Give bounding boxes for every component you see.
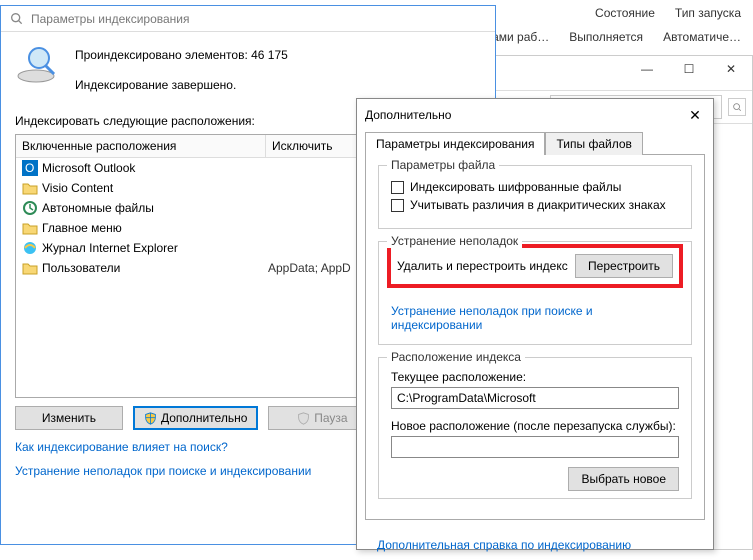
indexing-status: Индексирование завершено. [75, 78, 288, 92]
shield-icon [297, 412, 310, 425]
maximize-icon[interactable]: ☐ [668, 56, 710, 82]
trouble-help-link[interactable]: Устранение неполадок при поиске и индекс… [391, 304, 679, 332]
advanced-dialog: Дополнительно ✕ Параметры индексирования… [356, 98, 714, 550]
col-startup-value: Автоматиче… [663, 30, 741, 44]
bg-services-header: Состояние Тип запуска [583, 0, 753, 26]
group-trouble-legend: Устранение неполадок [387, 234, 522, 248]
ie-icon [22, 240, 38, 256]
group-file-params: Параметры файла Индексировать шифрованны… [378, 165, 692, 229]
search-go-icon[interactable] [728, 98, 746, 116]
svg-text:O: O [25, 161, 34, 175]
advanced-help-link[interactable]: Дополнительная справка по индексированию [357, 530, 713, 560]
how-indexing-affects-link[interactable]: Как индексирование влияет на поиск? [15, 440, 228, 454]
current-location-label: Текущее расположение: [391, 370, 679, 384]
group-location-legend: Расположение индекса [387, 350, 525, 364]
rebuild-button[interactable]: Перестроить [575, 254, 673, 278]
index-title-icon [9, 11, 25, 27]
index-title-bar: Параметры индексирования [1, 6, 495, 32]
checkbox-diacritic[interactable]: Учитывать различия в диакритических знак… [391, 198, 679, 212]
new-location-field[interactable] [391, 436, 679, 458]
troubleshoot-link[interactable]: Устранение неполадок при поиске и индекс… [15, 464, 311, 478]
folder-icon [22, 180, 38, 196]
col-startup-header: Тип запуска [675, 6, 741, 20]
new-location-label: Новое расположение (после перезапуска сл… [391, 419, 679, 433]
bg-services-row: ствами раб… Выполняется Автоматиче… [462, 24, 753, 50]
tab-file-types[interactable]: Типы файлов [545, 132, 642, 155]
group-file-legend: Параметры файла [387, 158, 499, 172]
current-location-field[interactable] [391, 387, 679, 409]
checkbox-icon [391, 181, 404, 194]
col-status-value: Выполняется [569, 30, 643, 44]
outlook-icon: O [22, 160, 38, 176]
tab-indexing-params[interactable]: Параметры индексирования [365, 132, 545, 155]
col-status-header: Состояние [595, 6, 655, 20]
checkbox-encrypt[interactable]: Индексировать шифрованные файлы [391, 180, 679, 194]
edit-button[interactable]: Изменить [15, 406, 123, 430]
advanced-title: Дополнительно [365, 108, 451, 122]
close-icon[interactable]: ✕ [710, 56, 752, 82]
indexed-count: Проиндексировано элементов: 46 175 [75, 48, 288, 62]
group-index-location: Расположение индекса Текущее расположени… [378, 357, 692, 499]
sync-icon [22, 200, 38, 216]
close-icon[interactable]: ✕ [685, 105, 705, 125]
group-troubleshoot: Устранение неполадок Удалить и перестрои… [378, 241, 692, 345]
checkbox-icon [391, 199, 404, 212]
shield-icon [144, 412, 157, 425]
magnifier-drive-icon [15, 44, 61, 84]
rebuild-highlight: Удалить и перестроить индекс Перестроить [387, 244, 683, 288]
folder-icon [22, 220, 38, 236]
minimize-icon[interactable]: — [626, 56, 668, 82]
folder-icon [22, 260, 38, 276]
index-title-text: Параметры индексирования [31, 12, 189, 26]
rebuild-label: Удалить и перестроить индекс [397, 259, 568, 273]
advanced-button[interactable]: Дополнительно [133, 406, 258, 430]
col-included[interactable]: Включенные расположения [16, 135, 266, 157]
select-new-button[interactable]: Выбрать новое [568, 467, 679, 491]
